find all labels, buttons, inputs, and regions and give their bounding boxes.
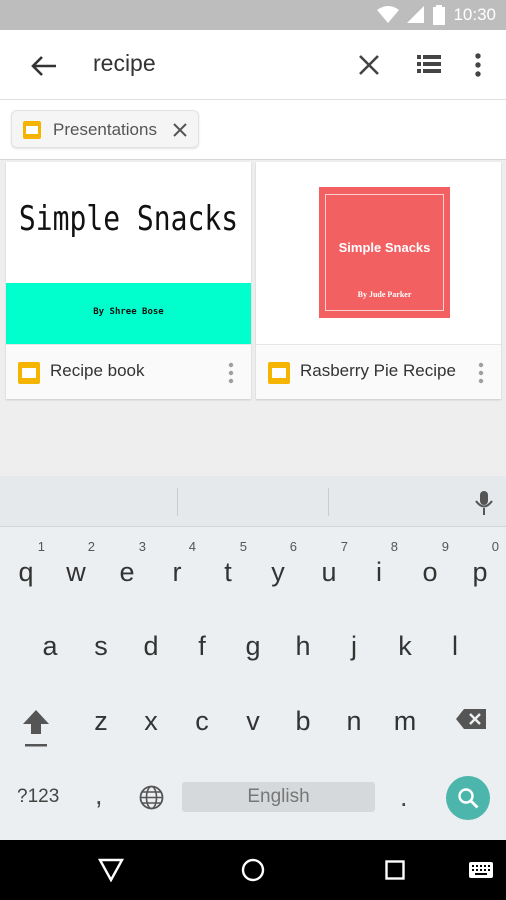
thumbnail-box: Simple Snacks By Jude Parker <box>319 187 450 318</box>
thumbnail-subtitle: By Shree Bose <box>93 307 164 317</box>
space-key[interactable]: English <box>182 782 375 812</box>
card-menu-icon[interactable] <box>225 361 237 385</box>
card-footer: Recipe book <box>6 344 251 399</box>
key-w[interactable]: 2w <box>51 539 101 601</box>
back-arrow-icon[interactable] <box>28 50 60 82</box>
suggestion-divider <box>177 488 178 516</box>
result-card[interactable]: Simple Snacks By Shree Bose Recipe book <box>6 162 251 399</box>
key-p[interactable]: 0p <box>455 539 505 601</box>
suggestion-divider <box>328 488 329 516</box>
key-c[interactable]: c <box>177 694 227 750</box>
key-j[interactable]: j <box>329 619 379 675</box>
shift-icon[interactable] <box>21 708 51 748</box>
key-z[interactable]: z <box>76 694 126 750</box>
cellular-icon <box>407 6 425 23</box>
more-options-icon[interactable] <box>468 50 488 80</box>
key-a[interactable]: a <box>25 619 75 675</box>
backspace-icon[interactable] <box>455 708 487 730</box>
search-icon <box>458 788 479 809</box>
result-card[interactable]: Simple Snacks By Jude Parker Rasberry Pi… <box>256 162 501 399</box>
clear-search-icon[interactable] <box>356 52 382 78</box>
card-title: Recipe book <box>50 361 145 380</box>
presentation-thumbnail: Simple Snacks By Shree Bose <box>6 162 251 344</box>
recents-nav-icon[interactable] <box>385 860 405 880</box>
key-e[interactable]: 3e <box>102 539 152 601</box>
mic-icon[interactable] <box>474 490 494 516</box>
search-app-bar: recipe <box>0 30 506 100</box>
thumbnail-title: Simple Snacks <box>18 198 239 239</box>
soft-keyboard: 1q 2w 3e 4r 5t 6y 7u 8i 9o 0p a s d f g … <box>0 476 506 840</box>
key-k[interactable]: k <box>380 619 430 675</box>
key-h[interactable]: h <box>278 619 328 675</box>
key-v[interactable]: v <box>228 694 278 750</box>
card-menu-icon[interactable] <box>475 361 487 385</box>
status-icons: 10:30 <box>377 0 496 30</box>
key-d[interactable]: d <box>126 619 176 675</box>
slides-icon <box>18 362 40 384</box>
filter-chip-presentations[interactable]: Presentations <box>11 110 199 148</box>
key-r[interactable]: 4r <box>152 539 202 601</box>
key-y[interactable]: 6y <box>253 539 303 601</box>
chip-label: Presentations <box>53 120 157 139</box>
key-x[interactable]: x <box>126 694 176 750</box>
key-q[interactable]: 1q <box>1 539 51 601</box>
list-view-icon[interactable] <box>414 50 444 80</box>
key-l[interactable]: l <box>430 619 480 675</box>
search-action-key[interactable] <box>446 776 490 820</box>
slides-icon <box>23 121 41 139</box>
status-bar: 10:30 <box>0 0 506 30</box>
key-o[interactable]: 9o <box>405 539 455 601</box>
card-title: Rasberry Pie Recipe <box>300 361 456 380</box>
globe-icon[interactable] <box>139 785 164 810</box>
key-i[interactable]: 8i <box>354 539 404 601</box>
filter-row: Presentations <box>0 100 506 160</box>
key-m[interactable]: m <box>380 694 430 750</box>
key-b[interactable]: b <box>278 694 328 750</box>
thumbnail-title: Simple Snacks <box>338 240 431 255</box>
battery-icon <box>433 5 446 25</box>
home-nav-icon[interactable] <box>241 858 265 882</box>
remove-filter-icon[interactable] <box>172 122 188 138</box>
search-input[interactable]: recipe <box>93 50 156 77</box>
thumbnail-band: By Shree Bose <box>6 283 251 344</box>
comma-key[interactable]: , <box>95 780 103 811</box>
symbols-key[interactable]: ?123 <box>17 786 59 808</box>
key-s[interactable]: s <box>76 619 126 675</box>
key-u[interactable]: 7u <box>304 539 354 601</box>
period-key[interactable]: . <box>400 782 408 813</box>
key-n[interactable]: n <box>329 694 379 750</box>
slides-icon <box>268 362 290 384</box>
presentation-thumbnail: Simple Snacks By Jude Parker <box>256 162 501 344</box>
key-f[interactable]: f <box>177 619 227 675</box>
keyboard-switch-icon[interactable] <box>469 862 493 878</box>
system-nav-bar <box>0 840 506 900</box>
status-time: 10:30 <box>453 5 496 24</box>
suggestion-strip <box>0 476 506 527</box>
card-footer: Rasberry Pie Recipe <box>256 344 501 399</box>
wifi-icon <box>377 6 400 23</box>
key-t[interactable]: 5t <box>203 539 253 601</box>
back-nav-icon[interactable] <box>98 858 124 882</box>
key-g[interactable]: g <box>228 619 278 675</box>
thumbnail-subtitle: By Jude Parker <box>357 290 412 299</box>
